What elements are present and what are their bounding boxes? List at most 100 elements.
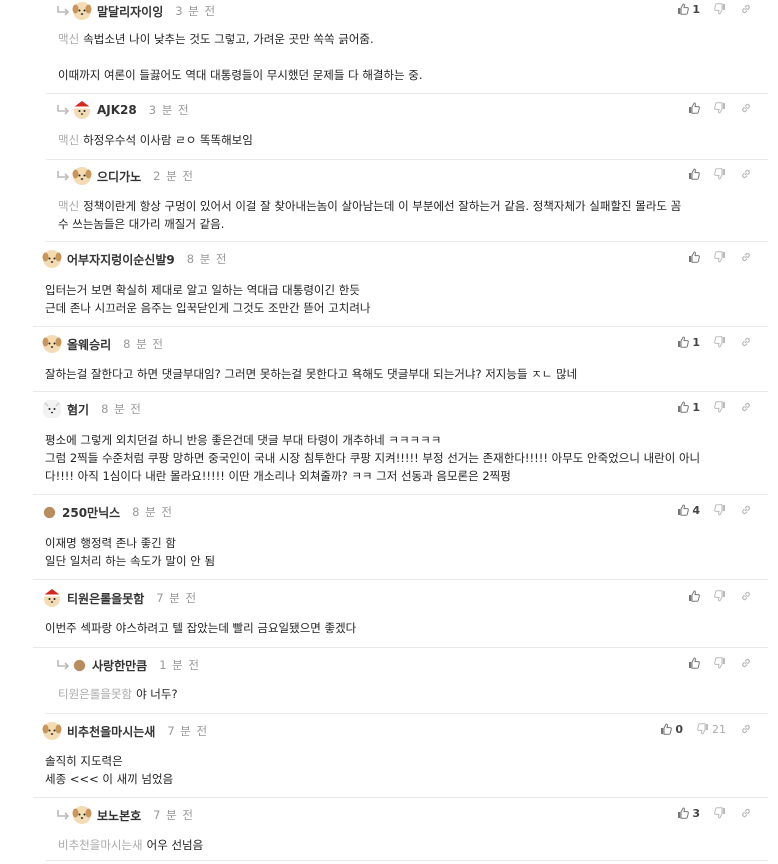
thumbs-up-icon [661, 723, 673, 735]
upvote-button[interactable]: 1 [677, 3, 700, 16]
downvote-button[interactable] [714, 807, 726, 819]
comment-header: 으디가노 2 분 전 [55, 165, 194, 187]
comment-actions [688, 248, 752, 266]
comment-author[interactable]: 250만닉스 [62, 504, 120, 521]
avatar [72, 806, 92, 824]
comment-header: 올웨승리 8 분 전 [42, 333, 164, 355]
share-button[interactable] [740, 168, 752, 180]
upvote-button[interactable]: 4 [677, 504, 700, 517]
mention-target[interactable]: 비추천을마시는새 [58, 838, 143, 852]
thumbs-down-icon [697, 723, 708, 735]
share-button[interactable] [740, 102, 752, 114]
downvote-button[interactable] [714, 657, 726, 669]
comment-author[interactable]: 사랑한만큼 [92, 657, 147, 674]
comment-actions [688, 165, 752, 183]
comment-body: 평소에 그렇게 외치던걸 하니 반응 좋은건데 댓글 부대 타령이 개추하네 ㅋ… [45, 431, 745, 485]
share-button[interactable] [740, 3, 752, 15]
reply-comment: 보노본호 7 분 전 3 비추천을마시는새 어우 선넘음 [46, 800, 768, 861]
comment-header: 보노본호 7 분 전 [55, 804, 194, 826]
comment-author[interactable]: 혐기 [67, 401, 89, 418]
comment-text: 이때까지 여론이 들끓어도 역대 대통령들이 무시했던 문제들 다 해결하는 중… [58, 68, 423, 82]
thumbs-down-icon [714, 168, 725, 180]
comment-text: 일단 일처리 하는 속도가 말이 안 됨 [45, 554, 216, 568]
comment-time: 7 분 전 [167, 724, 209, 738]
upvote-button[interactable] [688, 168, 700, 180]
comment-header: 티원은롤을못함 7 분 전 [42, 587, 197, 609]
upvote-button[interactable] [688, 657, 700, 669]
upvote-button[interactable]: 1 [677, 401, 700, 414]
comment-author[interactable]: 비추천을마시는새 [67, 723, 155, 740]
share-button[interactable] [740, 251, 752, 263]
comment-text: 근데 존나 시끄러운 음주는 입꾹닫인게 그것도 조만간 뜯어 고치려나 [45, 301, 371, 315]
share-button[interactable] [740, 723, 752, 735]
share-button[interactable] [740, 657, 752, 669]
downvote-button[interactable] [714, 336, 726, 348]
comment-author[interactable]: 보노본호 [97, 807, 141, 824]
link-icon [742, 252, 750, 262]
comment-author[interactable]: 티원은롤을못함 [67, 590, 144, 607]
mention-target[interactable]: 맥신 [58, 133, 79, 147]
comment-header: 250만닉스 8 분 전 [42, 501, 173, 523]
comment-text: 이재명 행정력 존나 좋긴 함 [45, 536, 177, 550]
comment-text-line: 이번주 섹파랑 야스하려고 텔 잡았는데 빨리 금요일됐으면 좋겠다 [45, 619, 745, 637]
comment-text: 잘하는걸 잘한다고 하면 댓글부대임? 그러면 못하는걸 못한다고 욕해도 댓글… [45, 367, 578, 381]
upvote-count: 4 [692, 503, 700, 517]
comment: 티원은롤을못함 7 분 전이번주 섹파랑 야스하려고 텔 잡았는데 빨리 금요일됐… [33, 583, 768, 648]
comment-text: 세종 <<< 이 새끼 넘었음 [45, 772, 174, 786]
upvote-button[interactable]: 3 [677, 807, 700, 820]
comment-header: 어부자지렁이순신발9 8 분 전 [42, 248, 228, 270]
comment-body: 이재명 행정력 존나 좋긴 함일단 일처리 하는 속도가 말이 안 됨 [45, 534, 745, 570]
upvote-button[interactable] [688, 102, 700, 114]
downvote-button[interactable] [714, 3, 726, 15]
share-button[interactable] [740, 504, 752, 516]
comment-text-line: 맥신 정책이란게 항상 구멍이 있어서 이걸 잘 찾아내는놈이 살아남는데 이 부… [58, 197, 758, 215]
comment-actions [688, 587, 752, 605]
mention-target[interactable]: 맥신 [58, 32, 79, 46]
upvote-button[interactable] [688, 251, 700, 263]
comment-author[interactable]: 어부자지렁이순신발9 [67, 251, 175, 268]
downvote-button[interactable] [714, 102, 726, 114]
comment-actions [688, 654, 752, 672]
link-icon [742, 169, 750, 179]
upvote-button[interactable] [688, 590, 700, 602]
thumbs-up-icon [678, 401, 690, 413]
comment-body: 맥신 속법소년 나이 낮추는 것도 그렇고, 가려운 곳만 쏙쏙 긁어줌. 이때까지… [58, 30, 758, 84]
share-button[interactable] [740, 590, 752, 602]
mention-target[interactable]: 티원은롤을못함 [58, 687, 132, 701]
comment-author[interactable]: 말달리자이잉 [97, 3, 163, 20]
downvote-button[interactable] [714, 504, 726, 516]
reply-arrow-icon [57, 660, 69, 670]
comment-text: 하정우수석 이사람 ㄹㅇ 똑똑해보임 [83, 133, 253, 147]
share-button[interactable] [740, 401, 752, 413]
downvote-button[interactable] [714, 251, 726, 263]
comment-header: 비추천을마시는새 7 분 전 [42, 720, 208, 742]
share-button[interactable] [740, 807, 752, 819]
comment-author[interactable]: AJK28 [97, 103, 137, 117]
upvote-count: 1 [692, 2, 700, 16]
downvote-count: 21 [712, 722, 726, 736]
comment-actions: 0 21 [660, 720, 752, 738]
upvote-button[interactable]: 0 [660, 723, 683, 736]
comment-author[interactable]: 올웨승리 [67, 336, 111, 353]
downvote-button[interactable] [714, 401, 726, 413]
comment-text-line: 티원은롤을못함 야 너두? [58, 685, 758, 703]
upvote-button[interactable]: 1 [677, 336, 700, 349]
comment-time: 8 분 전 [123, 337, 164, 351]
comment-author[interactable]: 으디가노 [97, 168, 141, 185]
link-icon [742, 103, 750, 113]
comment-text: 솔직히 지도력은 [45, 754, 123, 768]
downvote-button[interactable] [714, 168, 726, 180]
comment-body: 비추천을마시는새 어우 선넘음 [58, 836, 758, 854]
comment-text-line: 일단 일처리 하는 속도가 말이 안 됨 [45, 552, 745, 570]
reply-arrow-icon [57, 171, 69, 181]
thumbs-up-icon [678, 504, 690, 516]
comment-time: 7 분 전 [156, 591, 198, 605]
downvote-button[interactable]: 21 [697, 723, 726, 736]
reply-comment: 말달리자이잉 3 분 전 1 맥신 속법소년 나이 낮추는 것도 그렇고, 가려운 곳만… [46, 0, 768, 94]
link-icon [742, 808, 750, 818]
comment-time: 3 분 전 [148, 103, 190, 117]
share-button[interactable] [740, 336, 752, 348]
link-icon [742, 724, 750, 734]
downvote-button[interactable] [714, 590, 726, 602]
mention-target[interactable]: 맥신 [58, 199, 79, 213]
